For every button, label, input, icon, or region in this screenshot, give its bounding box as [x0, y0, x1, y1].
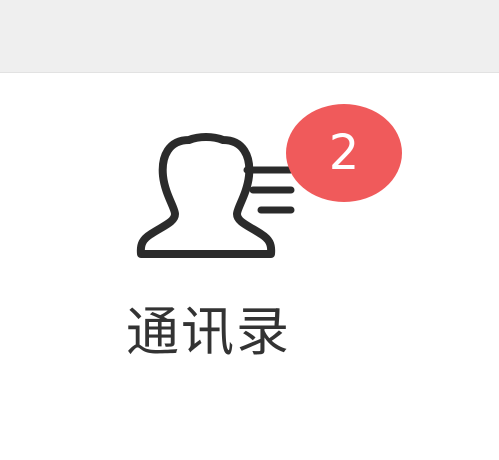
top-bar [0, 0, 499, 73]
contacts-icon [135, 130, 295, 260]
unread-badge: 2 [286, 104, 402, 202]
contacts-tab[interactable]: 2 通讯录 [120, 95, 420, 395]
tab-label: 通讯录 [126, 302, 291, 363]
